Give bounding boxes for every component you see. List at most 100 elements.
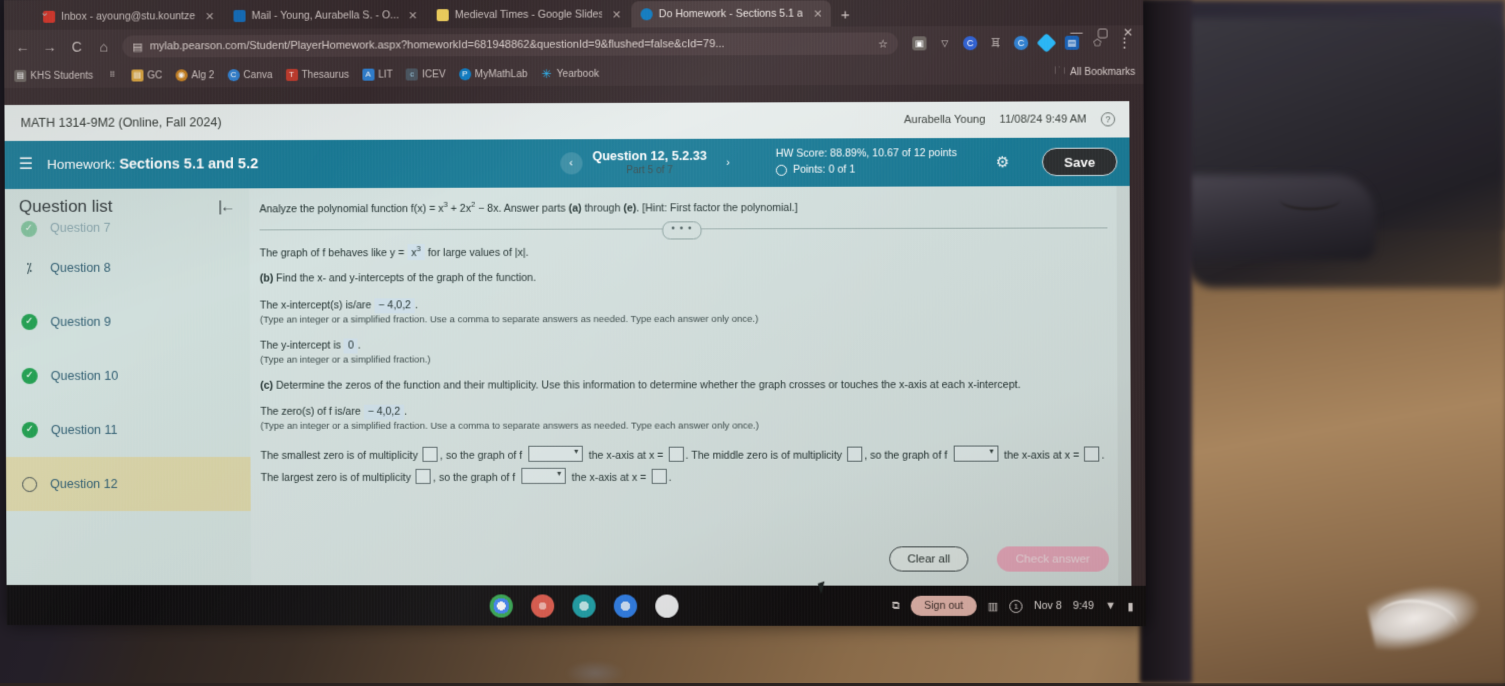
diamond-extension-icon[interactable] — [1036, 33, 1056, 53]
notification-badge[interactable]: 1 — [1009, 599, 1022, 612]
new-tab-button[interactable]: + — [833, 6, 858, 26]
sidebar-item-question-10[interactable]: ✓ Question 10 — [6, 349, 251, 403]
maximize-icon[interactable]: ▢ — [1097, 25, 1109, 39]
bookmark-khs-students[interactable]: ▤ KHS Students — [14, 70, 93, 82]
bookmark-canva[interactable]: C Canva — [227, 69, 272, 81]
play-store-app-icon[interactable] — [655, 594, 678, 617]
mylab-page: MATH 1314-9M2 (Online, Fall 2024) Aurabe… — [4, 101, 1131, 586]
docs-app-icon[interactable] — [613, 594, 636, 617]
bookmark-star-icon[interactable]: ☆ — [878, 37, 888, 50]
largest-x-input[interactable] — [651, 469, 666, 484]
apps-grid-icon: ⠿ — [106, 70, 118, 82]
sign-out-button[interactable]: Sign out — [911, 596, 977, 616]
y-intercept-hint: (Type an integer or a simplified fractio… — [260, 352, 1108, 367]
close-window-icon[interactable]: ✕ — [1123, 25, 1133, 39]
bookmark-apps-grid[interactable]: ⠿ — [106, 70, 118, 82]
screenshot-icon[interactable]: ⧉ — [892, 599, 900, 612]
bookmark-label: Thesaurus — [302, 69, 350, 80]
shield-extension-icon[interactable]: ▽ — [938, 36, 952, 50]
next-question-button[interactable]: › — [717, 152, 739, 174]
question-list-header: Question list |← — [5, 188, 250, 221]
grammarly-extension-icon[interactable]: 耳 — [988, 36, 1002, 50]
page-scrollbar[interactable] — [1116, 186, 1131, 586]
prev-question-button[interactable]: ‹ — [560, 152, 582, 174]
window-controls: — ▢ ✕ — [1070, 25, 1133, 39]
zeros-field[interactable]: − 4,0,2 — [364, 405, 405, 420]
c2-extension-icon[interactable]: C — [1014, 36, 1028, 50]
bookmark-thesaurus[interactable]: T Thesaurus — [285, 69, 349, 81]
prompt-part-2: + 2x — [448, 202, 471, 214]
c-extension-icon[interactable]: C — [963, 36, 977, 50]
bookmark-alg2[interactable]: ◉ Alg 2 — [175, 69, 214, 81]
sidebar-item-question-11[interactable]: ✓ Question 11 — [6, 403, 251, 457]
clear-all-button[interactable]: Clear all — [889, 546, 968, 571]
folder-icon: ▤ — [14, 70, 26, 82]
bookmark-gc[interactable]: ▤ GC — [131, 69, 162, 81]
tab-search-chevron-icon[interactable]: ⌄ — [40, 6, 49, 19]
sidebar-item-question-7[interactable]: ✓ Question 7 — [5, 220, 250, 241]
answer-action-buttons: Clear all Check answer — [889, 546, 1109, 571]
browser-tab[interactable]: Mail - Young, Aurabella S. - O... ✕ — [224, 2, 425, 29]
wifi-icon[interactable]: ▼ — [1105, 600, 1116, 612]
sidebar-item-label: Question 7 — [50, 221, 111, 235]
all-bookmarks-button[interactable]: 🗀 All Bookmarks — [1055, 64, 1135, 81]
reload-icon[interactable]: C — [68, 39, 85, 55]
shelf-date[interactable]: Nov 8 — [1034, 600, 1062, 612]
smallest-x-input[interactable] — [668, 447, 683, 462]
page-body: Question list |← ✓ Question 7 ⁒ Question… — [5, 186, 1132, 586]
forward-icon[interactable]: → — [41, 39, 58, 55]
yearbook-icon: ✳ — [541, 68, 553, 80]
largest-behavior-dropdown[interactable] — [521, 468, 565, 484]
middle-x-input[interactable] — [1084, 446, 1099, 461]
browser-tab[interactable]: Medieval Times - Google Slides ✕ — [428, 1, 630, 28]
collapse-sidebar-icon[interactable]: |← — [218, 198, 233, 215]
y-intercept-field[interactable]: 0 — [344, 338, 358, 353]
tab-label: Inbox - ayoung@stu.kountze — [61, 10, 195, 23]
close-tab-icon[interactable]: ✕ — [612, 8, 621, 21]
largest-multiplicity-input[interactable] — [416, 469, 431, 484]
paint-app-icon[interactable] — [530, 594, 553, 617]
check-answer-button[interactable]: Check answer — [997, 546, 1109, 571]
bookmark-mymathlab[interactable]: P MyMathLab — [459, 68, 528, 80]
menu-icon[interactable]: ☰ — [19, 157, 33, 173]
homework-label: Homework: — [47, 157, 115, 172]
sidebar-item-question-12[interactable]: Question 12 — [6, 457, 251, 511]
screenshot-extension-icon[interactable]: ▣ — [912, 36, 926, 50]
close-tab-icon[interactable]: ✕ — [408, 9, 417, 22]
bookmark-icev[interactable]: c ICEV — [406, 68, 446, 80]
battery-icon[interactable]: ▮ — [1127, 599, 1133, 612]
smallest-zero-label: The smallest zero is of multiplicity — [261, 450, 421, 462]
close-tab-icon[interactable]: ✕ — [205, 10, 214, 23]
gear-icon[interactable]: ⚙ — [996, 153, 1010, 171]
minimize-icon[interactable]: — — [1070, 26, 1082, 40]
smallest-behavior-dropdown[interactable] — [528, 446, 583, 462]
browser-tab-active[interactable]: Do Homework - Sections 5.1 a ✕ — [631, 0, 830, 27]
shelf-time[interactable]: 9:49 — [1073, 600, 1094, 612]
network-status-icon[interactable]: ▥ — [988, 599, 999, 612]
address-bar[interactable]: ▤ mylab.pearson.com/Student/PlayerHomewo… — [122, 32, 898, 57]
slides-app-icon[interactable] — [572, 594, 595, 617]
bookmark-yearbook[interactable]: ✳ Yearbook — [541, 68, 600, 80]
bookmark-lit[interactable]: A LIT — [362, 69, 393, 81]
browser-tab[interactable]: Inbox - ayoung@stu.kountze ✕ — [34, 3, 223, 30]
behavior-answer-field[interactable]: x3 — [407, 244, 425, 261]
close-tab-icon[interactable]: ✕ — [813, 7, 822, 20]
sidebar-item-question-9[interactable]: ✓ Question 9 — [5, 295, 250, 349]
points-status-icon — [776, 165, 787, 176]
middle-behavior-dropdown[interactable] — [953, 445, 998, 461]
smallest-multiplicity-input[interactable] — [423, 447, 438, 462]
help-icon[interactable]: ? — [1101, 112, 1115, 126]
back-icon[interactable]: ← — [14, 39, 31, 55]
sidebar-item-question-8[interactable]: ⁒ Question 8 — [5, 240, 250, 295]
shelf-app-icons — [469, 594, 678, 617]
home-icon[interactable]: ⌂ — [95, 39, 112, 55]
chrome-app-icon[interactable] — [489, 594, 512, 617]
x-intercept-field[interactable]: − 4,0,2 — [374, 298, 415, 313]
more-options-icon[interactable]: • • • — [662, 221, 702, 240]
question-panel: Analyze the polynomial function f(x) = x… — [249, 186, 1131, 586]
homework-section-title: Sections 5.1 and 5.2 — [119, 156, 258, 172]
site-info-icon[interactable]: ▤ — [132, 40, 142, 53]
save-button[interactable]: Save — [1042, 148, 1118, 176]
middle-multiplicity-input[interactable] — [847, 446, 862, 461]
sidebar-item-label: Question 8 — [50, 261, 111, 275]
